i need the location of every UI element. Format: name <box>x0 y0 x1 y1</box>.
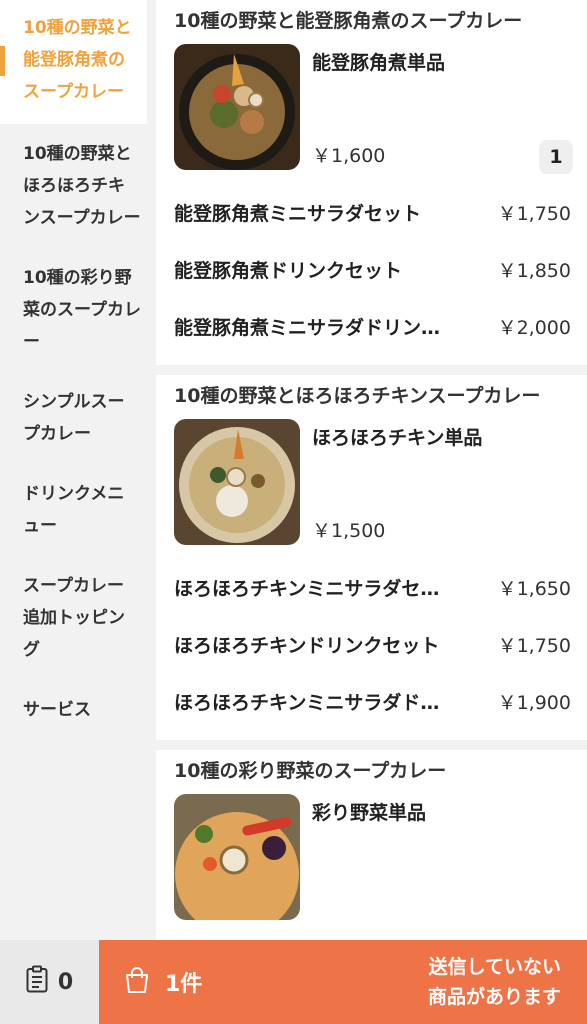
unsent-notice-line1: 送信していない <box>428 956 561 978</box>
single-item-info: ほろほろチキン単品 ￥1,500 <box>312 419 571 549</box>
single-item-info: 彩り野菜単品 <box>312 794 571 924</box>
single-item-price: ￥1,600 <box>312 145 386 167</box>
cart-count: 1件 <box>165 972 203 997</box>
sidebar-item-drinks[interactable]: ドリンクメニュー <box>0 464 143 556</box>
sidebar-item-vegetable-curry[interactable]: 10種の彩り野菜のスープカレー <box>0 248 153 372</box>
set-item-price: ￥2,000 <box>497 317 571 339</box>
section-title: 10種の野菜とほろほろチキンスープカレー <box>174 385 541 407</box>
section-title: 10種の野菜と能登豚角煮のスープカレー <box>174 10 523 32</box>
set-item-row[interactable]: 能登豚角煮ドリンクセット ￥1,850 <box>174 241 571 298</box>
set-item-row[interactable]: 能登豚角煮ミニサラダセット ￥1,750 <box>174 184 571 241</box>
sidebar-item-chicken-curry[interactable]: 10種の野菜とほろほろチキンスープカレー <box>0 124 153 248</box>
sidebar-item-simple-curry[interactable]: シンプルスープカレー <box>0 372 143 464</box>
chicken-curry-photo <box>174 419 300 545</box>
set-item-price: ￥1,650 <box>497 578 571 600</box>
set-item-name: 能登豚角煮ミニサラダセット <box>174 203 422 225</box>
sidebar-item-toppings[interactable]: スープカレー追加トッピング <box>0 556 143 680</box>
clipboard-icon <box>26 965 48 999</box>
single-item-info: 能登豚角煮単品 ￥1,600 1 <box>312 44 573 174</box>
set-item-price: ￥1,750 <box>497 203 571 225</box>
menu-section-chicken: 10種の野菜とほろほろチキンスープカレー ほろほろチキン単品 ￥1,500 ほろ… <box>156 375 587 740</box>
set-item-row[interactable]: ほろほろチキンミニサラダド… ￥1,900 <box>174 673 571 730</box>
single-item-name: 彩り野菜単品 <box>312 802 427 824</box>
single-item-name: ほろほろチキン単品 <box>312 427 483 449</box>
single-item-card[interactable]: 彩り野菜単品 <box>174 794 571 924</box>
menu-section-pork: 10種の野菜と能登豚角煮のスープカレー 能登豚角煮単品 ￥1,600 1 能登豚… <box>156 0 587 365</box>
cart-button[interactable]: 1件 送信していない 商品があります <box>99 940 587 1024</box>
single-item-name: 能登豚角煮単品 <box>312 52 446 74</box>
set-item-row[interactable]: 能登豚角煮ミニサラダドリン… ￥2,000 <box>174 298 571 355</box>
set-item-price: ￥1,750 <box>497 635 571 657</box>
menu-section-vegetable: 10種の彩り野菜のスープカレー 彩り野菜単品 <box>156 750 587 940</box>
sidebar-item-pork-curry[interactable]: 10種の野菜と能登豚角煮のスープカレー <box>0 0 147 124</box>
set-item-name: ほろほろチキンドリンクセット <box>174 635 440 657</box>
set-item-name: ほろほろチキンミニサラダセ… <box>174 578 440 600</box>
shopping-bag-icon <box>123 966 151 998</box>
set-item-price: ￥1,850 <box>497 260 571 282</box>
bottom-bar: 0 1件 送信していない 商品があります <box>0 940 587 1024</box>
set-item-name: 能登豚角煮ミニサラダドリン… <box>174 317 441 339</box>
set-item-name: ほろほろチキンミニサラダド… <box>174 692 440 714</box>
single-item-card[interactable]: ほろほろチキン単品 ￥1,500 <box>174 419 571 549</box>
set-item-name: 能登豚角煮ドリンクセット <box>174 260 403 282</box>
vegetable-curry-photo <box>174 794 300 920</box>
quantity-badge: 1 <box>539 140 573 174</box>
single-item-price: ￥1,500 <box>312 520 386 542</box>
unsent-notice: 送信していない 商品があります <box>428 952 561 1012</box>
order-history-button[interactable]: 0 <box>0 940 99 1024</box>
sidebar-item-service[interactable]: サービス <box>0 680 143 740</box>
pork-curry-photo <box>174 44 300 170</box>
single-item-card[interactable]: 能登豚角煮単品 ￥1,600 1 <box>174 44 573 174</box>
category-sidebar: 10種の野菜と能登豚角煮のスープカレー 10種の野菜とほろほろチキンスープカレー… <box>0 0 156 940</box>
set-item-price: ￥1,900 <box>497 692 571 714</box>
set-item-row[interactable]: ほろほろチキンドリンクセット ￥1,750 <box>174 616 571 673</box>
unsent-notice-line2: 商品があります <box>427 986 561 1008</box>
menu-list: 10種の野菜と能登豚角煮のスープカレー 能登豚角煮単品 ￥1,600 1 能登豚… <box>156 0 587 940</box>
section-title: 10種の彩り野菜のスープカレー <box>174 760 447 782</box>
set-item-row[interactable]: ほろほろチキンミニサラダセ… ￥1,650 <box>174 559 571 616</box>
order-count: 0 <box>57 969 74 995</box>
